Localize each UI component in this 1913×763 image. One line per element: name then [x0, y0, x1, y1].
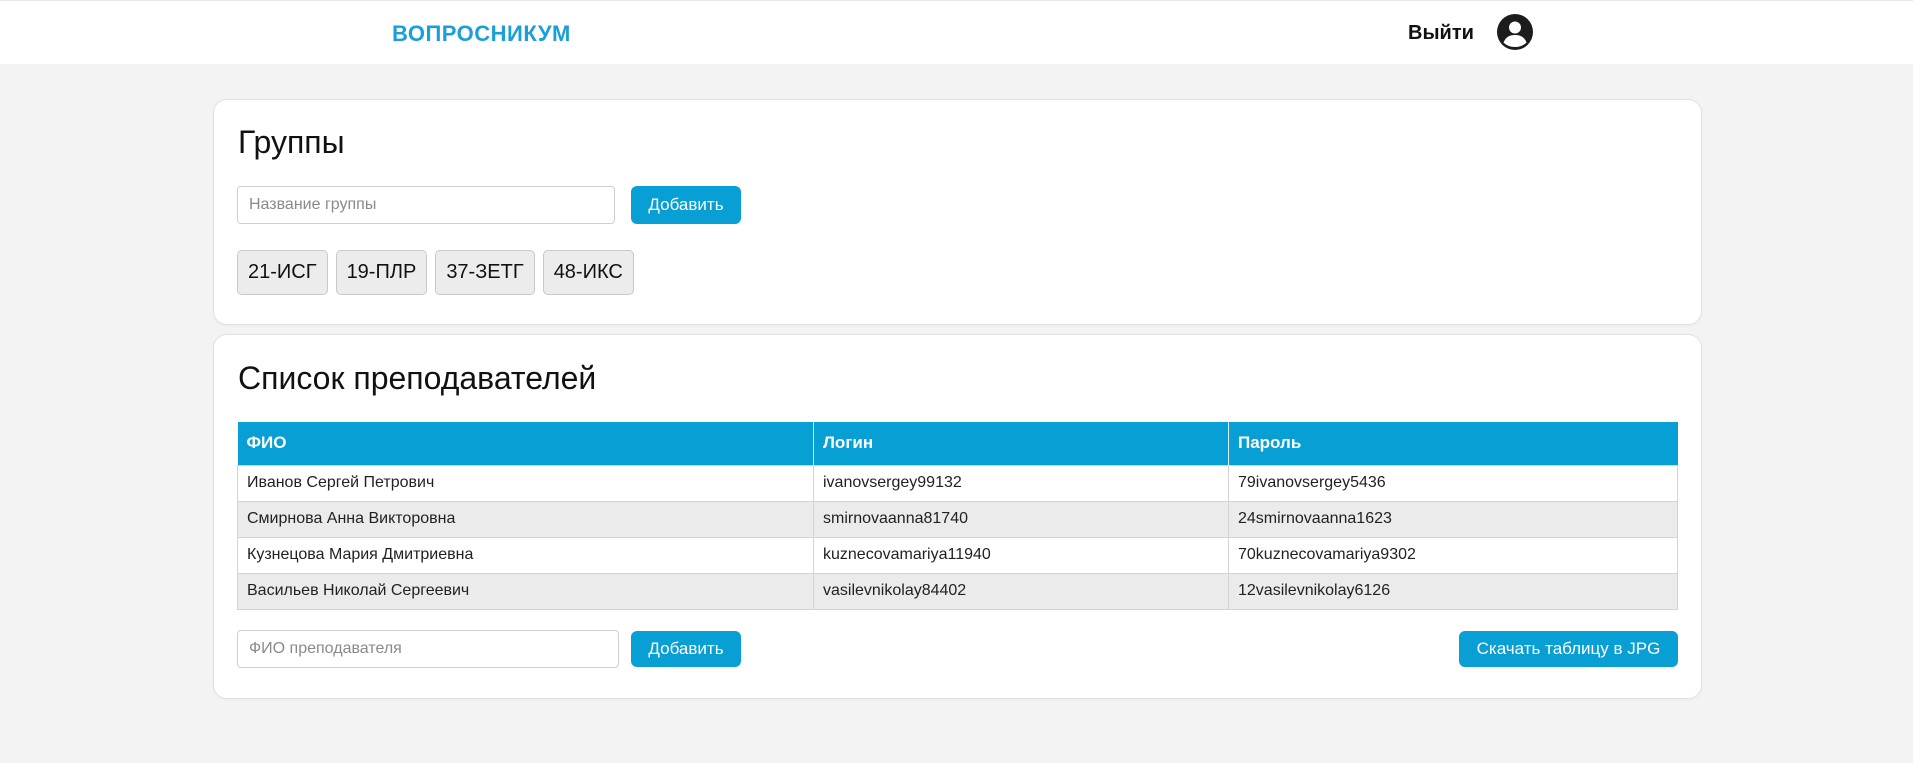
group-chip[interactable]: 37-ЗЕТГ	[435, 250, 535, 295]
add-group-button[interactable]: Добавить	[631, 186, 741, 224]
teachers-card: Список преподавателей ФИО Логин Пароль И…	[213, 334, 1702, 699]
group-chip[interactable]: 21-ИСГ	[237, 250, 328, 295]
column-header-fio: ФИО	[237, 422, 814, 465]
cell-password: 12vasilevnikolay6126	[1228, 572, 1678, 610]
groups-card: Группы Добавить 21-ИСГ 19-ПЛР 37-ЗЕТГ 48…	[213, 99, 1702, 325]
cell-login: vasilevnikolay84402	[813, 572, 1229, 610]
column-header-login: Логин	[813, 422, 1229, 465]
table-row: Иванов Сергей Петрович ivanovsergey99132…	[237, 464, 1678, 502]
cell-login: smirnovaanna81740	[813, 500, 1229, 538]
table-header-row: ФИО Логин Пароль	[237, 422, 1678, 465]
column-header-password: Пароль	[1228, 422, 1678, 465]
teachers-title: Список преподавателей	[238, 360, 597, 396]
logout-link[interactable]: Выйти	[1408, 22, 1474, 45]
cell-password: 79ivanovsergey5436	[1228, 464, 1678, 502]
download-jpg-button[interactable]: Скачать таблицу в JPG	[1459, 631, 1678, 667]
cell-password: 70kuznecovamariya9302	[1228, 536, 1678, 574]
cell-fio: Кузнецова Мария Дмитриевна	[237, 536, 814, 574]
teachers-table: ФИО Логин Пароль Иванов Сергей Петрович …	[237, 422, 1678, 610]
teacher-name-input[interactable]	[237, 630, 619, 668]
group-chip[interactable]: 19-ПЛР	[335, 250, 428, 295]
groups-title: Группы	[238, 124, 345, 160]
table-row: Смирнова Анна Викторовна smirnovaanna817…	[237, 500, 1678, 538]
group-list: 21-ИСГ 19-ПЛР 37-ЗЕТГ 48-ИКС	[237, 250, 634, 295]
group-chip[interactable]: 48-ИКС	[542, 250, 634, 295]
table-row: Кузнецова Мария Дмитриевна kuznecovamari…	[237, 536, 1678, 574]
cell-fio: Васильев Николай Сергеевич	[237, 572, 814, 610]
group-name-input[interactable]	[237, 186, 615, 224]
cell-login: kuznecovamariya11940	[813, 536, 1229, 574]
cell-fio: Смирнова Анна Викторовна	[237, 500, 814, 538]
top-navbar: ВОПРОСНИКУМ Выйти	[0, 0, 1913, 64]
brand-logo[interactable]: ВОПРОСНИКУМ	[392, 21, 571, 47]
add-teacher-button[interactable]: Добавить	[631, 631, 741, 667]
cell-fio: Иванов Сергей Петрович	[237, 464, 814, 502]
cell-password: 24smirnovaanna1623	[1228, 500, 1678, 538]
cell-login: ivanovsergey99132	[813, 464, 1229, 502]
table-row: Васильев Николай Сергеевич vasilevnikola…	[237, 572, 1678, 610]
user-avatar-icon[interactable]	[1497, 14, 1533, 50]
